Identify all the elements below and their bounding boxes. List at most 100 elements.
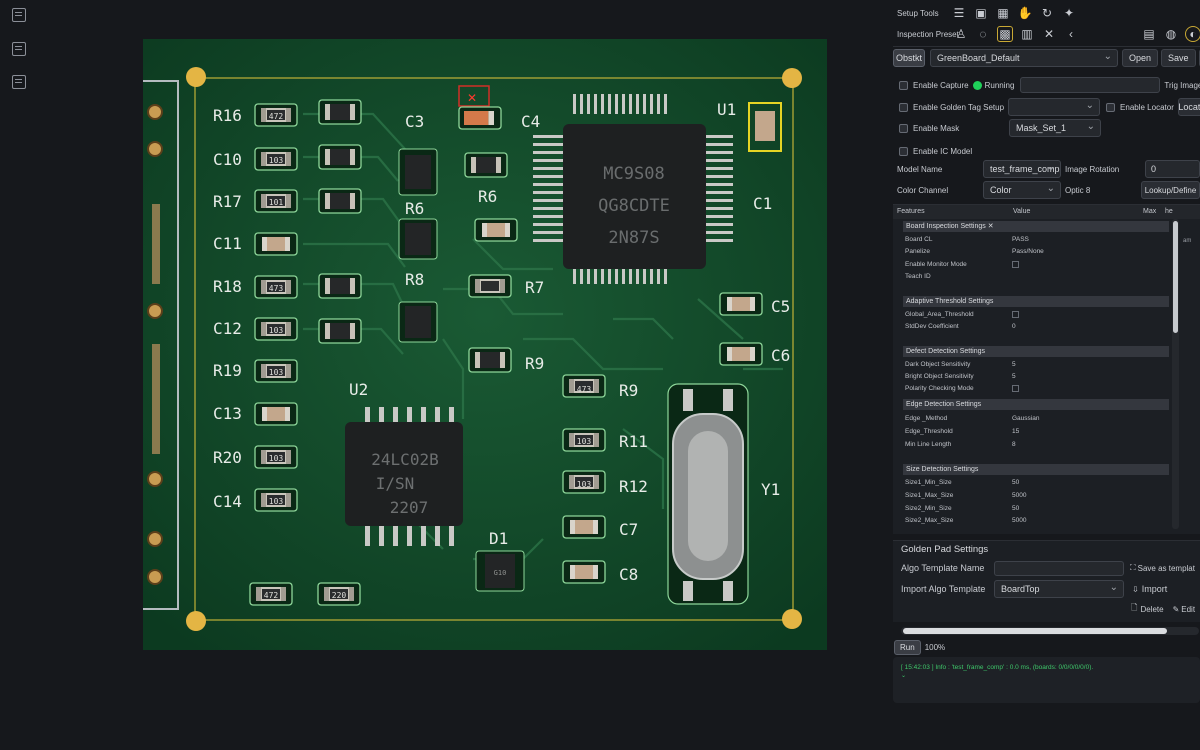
global-area-checkbox[interactable] [1012,311,1019,318]
capture-path-input[interactable] [1020,77,1161,93]
prop-row[interactable]: Size1_Min_Size 50 [905,477,1165,488]
code-r18: 473 [269,284,284,293]
board-label-c12: C12 [213,319,242,338]
prop-row[interactable]: Bright Object Sensitivity 5 [905,371,1165,382]
refresh-icon[interactable]: ↻ [1039,5,1055,21]
prop-row[interactable]: Enable Monitor Mode [905,259,1165,270]
prop-row[interactable]: Size2_Min_Size 50 [905,503,1165,514]
enable-mask-checkbox[interactable] [899,123,908,133]
enable-locator-checkbox[interactable] [1106,102,1116,112]
section-defect-detection[interactable]: Defect Detection Settings [903,346,1169,357]
save-as-template-button[interactable]: Save as templat [1138,564,1195,573]
hscroll-thumb[interactable] [903,628,1167,634]
hand-icon[interactable]: ✋ [1017,5,1033,21]
prop-row[interactable]: Global_Area_Threshold [905,309,1165,320]
setup-tools-row: Setup Tools ☰ ▣ ▦ ✋ ↻ ✦ [897,3,1083,23]
inspection-panel: Setup Tools ☰ ▣ ▦ ✋ ↻ ✦ Inspection Prese… [893,0,1200,750]
tools-icon[interactable]: ✦ [1061,5,1077,21]
board-label-r11: R11 [619,432,648,451]
golden-tag-checkbox[interactable] [899,102,908,112]
delete-button[interactable]: Delete [1140,605,1163,614]
prop-row[interactable]: Dark Object Sensitivity 5 [905,359,1165,370]
prop-value: 5000 [1012,517,1027,524]
enable-ic-model-checkbox[interactable] [899,146,908,156]
prop-row[interactable]: Edge _Method Gaussian [905,413,1165,424]
prop-row[interactable]: Size2_Max_Size 5000 [905,515,1165,526]
board-label-r6b: R6 [478,187,497,206]
prop-row[interactable]: Size1_Max_Size 5000 [905,490,1165,501]
inspection-preset-label: Inspection Preset [897,29,959,39]
back-icon[interactable]: ‹ [1063,26,1079,42]
section-edge-detection[interactable]: Edge Detection Settings [903,399,1169,410]
edit-icon: ✎ [1172,604,1180,614]
prop-name: Bright Object Sensitivity [905,373,974,380]
locator-button[interactable]: Locato [1177,98,1200,116]
chip-icon[interactable]: ▥ [1019,26,1035,42]
zoom-level[interactable]: 100% [925,643,945,652]
properties-scrollbar[interactable] [1172,219,1179,529]
mask-select[interactable]: Mask_Set_1 [1009,119,1101,137]
obstacle-button[interactable]: Obstkt [893,49,925,67]
board-label-c7: C7 [619,520,638,539]
prop-row[interactable]: Min Line Length 8 [905,439,1165,450]
code-bottom-left: 472 [264,591,279,600]
section-size-detection[interactable]: Size Detection Settings [903,464,1169,475]
code-r20: 103 [269,454,284,463]
ring-icon[interactable]: ◌ [975,26,991,42]
grid-icon[interactable]: ▦ [995,5,1011,21]
golden-tag-select[interactable] [1008,98,1101,116]
run-tab[interactable]: Run [894,639,921,655]
log-caret-icon: ⌄ [901,673,907,679]
prop-row[interactable]: Polarity Checking Mode [905,383,1165,394]
section-adaptive-threshold[interactable]: Adaptive Threshold Settings [903,296,1169,307]
enable-locator-label: Enable Locator [1120,102,1174,112]
model-name-select[interactable]: test_frame_comp [983,160,1061,178]
import-button[interactable]: Import [1142,584,1168,594]
panel-hscrollbar[interactable] [901,627,1199,635]
save-button[interactable]: Save [1161,49,1196,67]
left-toolbar [0,0,38,750]
prop-row[interactable]: Edge_Threshold 15 [905,426,1165,437]
import-icon: ⇩ [1132,584,1139,594]
folder-icon[interactable] [12,42,26,56]
log-panel: [ 15:42:03 ] Info : 'test_frame_comp' : … [893,657,1200,703]
save-icon[interactable] [12,75,26,89]
prop-row[interactable]: StdDev Coefficient 0 [905,321,1165,332]
ic-u2-line3: 2207 [390,498,429,517]
image-thumb-icon[interactable]: ▤ [1141,26,1157,42]
list-icon[interactable]: ☰ [951,5,967,21]
prop-row[interactable]: Teach ID [905,271,1165,282]
globe-icon[interactable]: ◍ [1163,26,1179,42]
import-algo-select[interactable]: BoardTop [994,580,1124,598]
image-icon[interactable] [12,8,26,22]
polarity-checkbox[interactable] [1012,385,1019,392]
section-board-inspection[interactable]: Board Inspection Settings ✕ [903,221,1169,232]
monitor-mode-checkbox[interactable] [1012,261,1019,268]
properties-grid: Features Value Max he Board Inspection S… [893,204,1200,534]
board-viewport[interactable]: R16 C10 R17 C11 R18 C12 R19 C13 R20 C14 … [143,39,827,650]
prop-value: Gaussian [1012,415,1040,422]
trig-image-button[interactable]: Trig Image [1164,81,1200,90]
section-title: Defect Detection Settings [906,348,985,355]
person-icon[interactable]: ♙ [953,26,969,42]
lookup-define-button[interactable]: Lookup/Define [1141,181,1200,199]
open-button[interactable]: Open [1122,49,1159,67]
color-channel-select[interactable]: Color [983,181,1061,199]
camera-icon[interactable]: ▣ [973,5,989,21]
delete-icon: 🗋 [1131,603,1138,612]
max-header: Max [1143,208,1157,215]
prop-row[interactable]: Board CL PASS [905,234,1165,245]
image-rotation-input[interactable]: 0 [1145,160,1200,178]
crosshair-icon[interactable]: ✕ [1041,26,1057,42]
ic-u2-line2: I/SN [376,474,415,493]
prop-name: Panelize [905,248,930,255]
board-icon[interactable]: ▩ [997,26,1013,42]
prop-value: 5 [1012,361,1016,368]
preset-select[interactable]: GreenBoard_Default [930,49,1118,67]
algo-template-name-input[interactable] [994,560,1124,576]
prop-row[interactable]: Panelize Pass/None [905,246,1165,257]
enable-capture-checkbox[interactable] [899,80,908,90]
board-label-y1: Y1 [761,480,780,499]
edit-button[interactable]: Edit [1181,605,1195,614]
theme-icon[interactable]: ◐ [1185,26,1200,42]
